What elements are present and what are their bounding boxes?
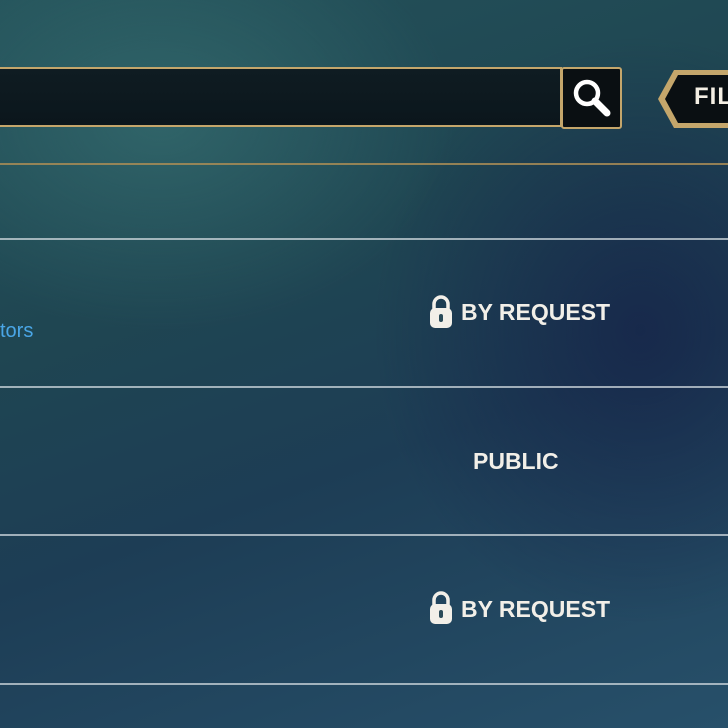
list-item-row-1[interactable]: tors BY REQUEST — [0, 240, 728, 386]
search-icon — [573, 79, 610, 117]
access-label: BY REQUEST — [461, 596, 611, 622]
lock-icon — [430, 295, 452, 328]
row-divider — [0, 683, 728, 685]
search-button[interactable] — [561, 67, 622, 129]
search-bar — [0, 67, 562, 127]
access-label: BY REQUEST — [461, 299, 611, 325]
row-link[interactable]: tors — [0, 320, 33, 343]
filter-tab[interactable]: FIL — [656, 68, 728, 130]
filter-label: FIL — [694, 83, 728, 110]
lock-icon — [430, 591, 452, 624]
list-item-row-2[interactable]: PUBLIC — [0, 388, 728, 534]
header-divider — [0, 163, 728, 165]
access-label: PUBLIC — [473, 448, 559, 474]
search-input[interactable] — [4, 81, 538, 115]
list-item-row-3[interactable]: BY REQUEST — [0, 536, 728, 683]
